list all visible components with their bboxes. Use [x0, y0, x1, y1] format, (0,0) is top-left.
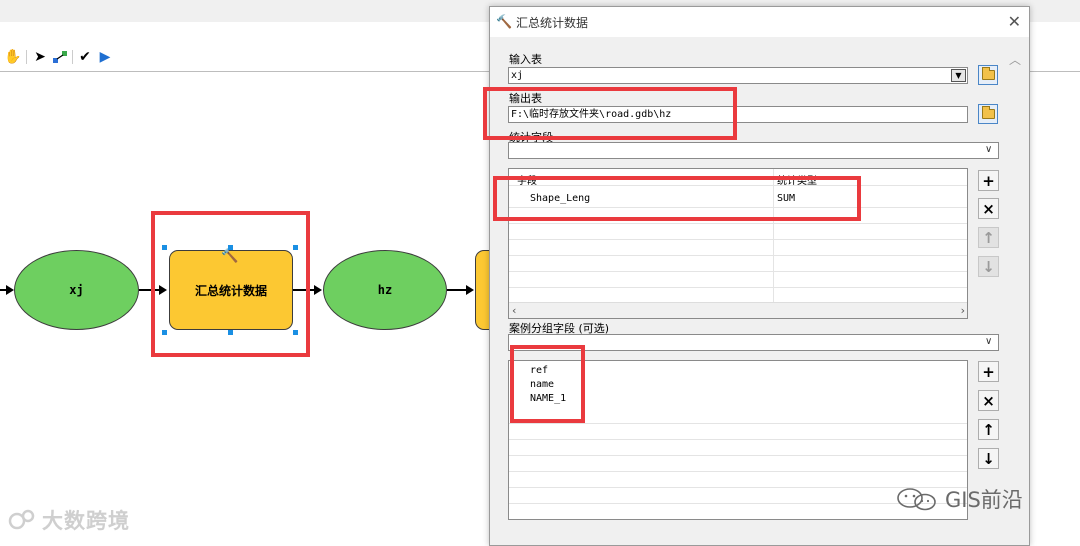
grid-row-line	[509, 207, 967, 208]
grid-column-divider	[773, 169, 774, 302]
remove-stat-field-button[interactable]: ×	[978, 198, 999, 219]
tool-node-label: 汇总统计数据	[194, 283, 267, 298]
edge-arrow	[159, 285, 167, 295]
grid-row-line	[509, 185, 967, 186]
grid-row-line	[509, 287, 967, 288]
dropdown-arrow-icon[interactable]: ▼	[951, 69, 966, 82]
wechat-icon	[897, 488, 936, 511]
grid-row-line	[509, 471, 967, 472]
edge-input-to-tool	[139, 289, 161, 291]
input-variable-node[interactable]: xj	[14, 250, 139, 330]
move-down-button[interactable]: ↓	[978, 448, 999, 469]
hammer-icon: 🔨	[496, 14, 513, 30]
table-cell-field[interactable]: Shape_Leng	[530, 193, 590, 204]
input-table-combo[interactable]: xj	[508, 67, 968, 84]
watermark-right-text: GIS前沿	[945, 488, 1023, 512]
select-arrow-icon[interactable]: ➤	[31, 48, 49, 66]
selection-handle[interactable]	[293, 245, 298, 250]
move-up-button[interactable]: ↑	[978, 419, 999, 440]
list-item[interactable]: ref	[530, 365, 548, 376]
dialog-title: 汇总统计数据	[516, 15, 589, 30]
edge-tool-to-output	[293, 289, 315, 291]
chevron-down-icon[interactable]: ∨	[985, 336, 992, 347]
output-variable-node[interactable]: hz	[323, 250, 447, 330]
validate-check-icon[interactable]: ✔	[76, 48, 94, 66]
watermark-left-text: 大数跨境	[42, 509, 130, 533]
stat-fields-combo[interactable]	[508, 142, 999, 159]
grid-row-line	[509, 423, 967, 424]
close-icon[interactable]: ✕	[1008, 12, 1021, 31]
input-table-value: xj	[511, 70, 524, 81]
table-cell-stat-type[interactable]: SUM	[777, 193, 795, 204]
output-table-value: F:\临时存放文件夹\road.gdb\hz	[511, 109, 672, 120]
selection-handle[interactable]	[228, 245, 233, 250]
run-icon[interactable]: ▶	[96, 48, 114, 66]
watermark-logo-icon	[8, 509, 35, 530]
input-variable-label: xj	[69, 283, 84, 297]
grid-row-line	[509, 255, 967, 256]
hammer-icon: 🔨	[221, 248, 239, 264]
list-item[interactable]: NAME_1	[530, 393, 566, 404]
output-table-label: 输出表	[509, 92, 542, 105]
input-table-label: 输入表	[509, 53, 542, 66]
chevron-down-icon[interactable]: ∨	[985, 144, 992, 155]
grid-row-line	[509, 223, 967, 224]
selection-handle[interactable]	[228, 330, 233, 335]
watermark-left: 大数跨境	[8, 505, 130, 535]
stat-fields-grid[interactable]: 字段 统计类型 Shape_Leng SUM ‹ ›	[508, 168, 968, 319]
case-fields-combo[interactable]	[508, 334, 999, 351]
remove-case-field-button[interactable]: ×	[978, 390, 999, 411]
connect-icon[interactable]	[51, 48, 69, 66]
list-item[interactable]: name	[530, 379, 554, 390]
summary-statistics-dialog: 🔨 汇总统计数据 ✕ ︿ 输入表 xj ▼ 输出表 F:\临时存放文件夹\roa…	[489, 6, 1030, 546]
grid-row-line	[509, 455, 967, 456]
add-stat-field-button[interactable]: +	[978, 170, 999, 191]
grid-row-line	[509, 271, 967, 272]
scroll-left-icon[interactable]: ‹	[512, 304, 516, 317]
grid-row-line	[509, 239, 967, 240]
watermark-right: GIS前沿	[895, 484, 1023, 514]
toolbar-separator	[72, 50, 73, 64]
browse-folder-button[interactable]	[978, 65, 998, 85]
selection-handle[interactable]	[293, 330, 298, 335]
selection-handle[interactable]	[162, 245, 167, 250]
output-variable-label: hz	[377, 283, 393, 297]
scroll-right-icon[interactable]: ›	[961, 304, 965, 317]
edge-arrow	[314, 285, 322, 295]
add-case-field-button[interactable]: +	[978, 361, 999, 382]
pan-hand-icon[interactable]: ✋	[4, 48, 22, 66]
browse-folder-button[interactable]	[978, 104, 998, 124]
selection-handle[interactable]	[162, 330, 167, 335]
output-table-field[interactable]: F:\临时存放文件夹\road.gdb\hz	[508, 106, 968, 123]
dialog-titlebar[interactable]: 🔨 汇总统计数据 ✕	[490, 7, 1029, 37]
folder-icon	[981, 106, 995, 119]
grid-row-line	[509, 439, 967, 440]
folder-icon	[981, 67, 995, 80]
toolbar-separator	[26, 50, 27, 64]
edge-arrow	[466, 285, 474, 295]
column-header-stat-type[interactable]: 统计类型	[777, 172, 817, 187]
column-header-field[interactable]: 字段	[517, 172, 537, 187]
edge-arrow	[6, 285, 14, 295]
move-down-button[interactable]: ↓	[978, 256, 999, 277]
move-up-button[interactable]: ↑	[978, 227, 999, 248]
scroll-up-chevron-icon[interactable]: ︿	[1009, 51, 1021, 68]
horizontal-scrollbar[interactable]: ‹ ›	[509, 302, 967, 318]
